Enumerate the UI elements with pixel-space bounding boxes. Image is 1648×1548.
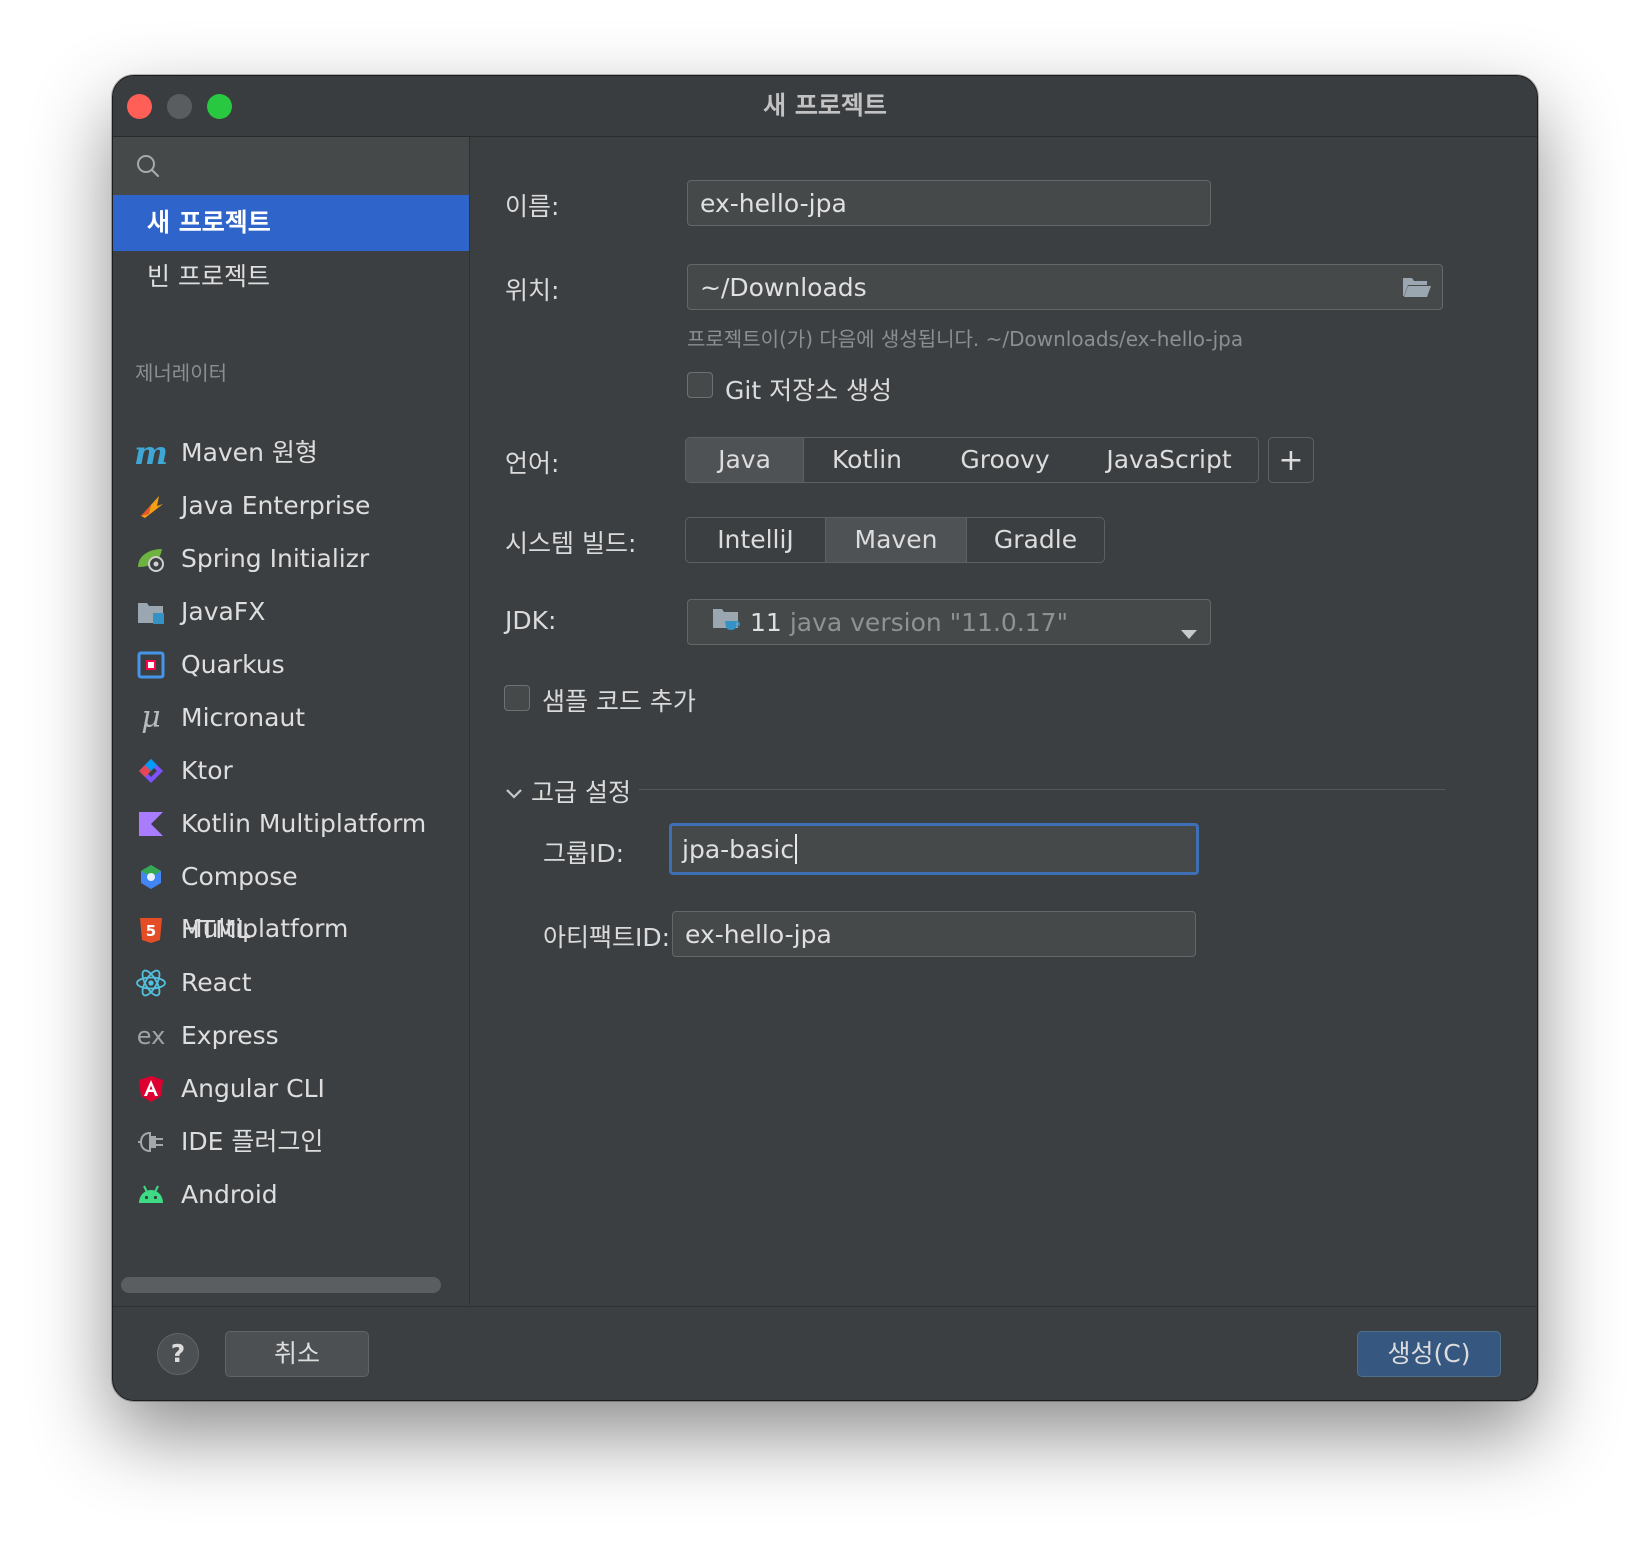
language-kotlin[interactable]: Kotlin <box>804 438 930 482</box>
cancel-button[interactable]: 취소 <box>225 1331 369 1377</box>
text-caret <box>795 834 798 864</box>
window-title: 새 프로젝트 <box>763 91 887 120</box>
sidebar-item-html[interactable]: 5 HTML <box>113 904 469 956</box>
chevron-down-icon <box>1180 617 1198 646</box>
jdk-number: 11 <box>750 607 782 637</box>
sidebar-item-compose-multiplatform[interactable]: Compose Multiplatform <box>113 851 469 943</box>
new-project-dialog: 새 프로젝트 새 프로젝트 빈 프로젝트 제너레이터 m Maven 원형 Ja… <box>112 75 1538 1401</box>
sidebar-item-ide-plugin[interactable]: IDE 플러그인 <box>113 1116 469 1168</box>
language-selector: Java Kotlin Groovy JavaScript <box>685 437 1259 483</box>
add-language-button[interactable]: + <box>1268 437 1314 483</box>
artifact-id-label: 아티팩트ID: <box>543 923 671 952</box>
build-gradle[interactable]: Gradle <box>967 518 1104 562</box>
build-system-label: 시스템 빌드: <box>505 529 637 558</box>
sidebar-item-java-enterprise[interactable]: Java Enterprise <box>113 480 469 532</box>
build-intellij[interactable]: IntelliJ <box>686 518 826 562</box>
search-icon <box>137 155 160 178</box>
jdk-folder-icon <box>712 606 742 638</box>
sidebar-item-micronaut[interactable]: μ Micronaut <box>113 692 469 744</box>
language-label: 언어: <box>505 449 560 478</box>
name-field[interactable]: ex-hello-jpa <box>687 180 1211 226</box>
sidebar: 새 프로젝트 빈 프로젝트 제너레이터 m Maven 원형 Java Ente… <box>113 137 470 1305</box>
angular-icon <box>135 1075 167 1103</box>
sidebar-item-new-project[interactable]: 새 프로젝트 <box>113 195 469 251</box>
sample-code-label: 샘플 코드 추가 <box>542 687 696 716</box>
group-id-field[interactable]: jpa-basic <box>669 823 1199 875</box>
sidebar-item-angular-cli[interactable]: Angular CLI <box>113 1063 469 1115</box>
help-button[interactable]: ? <box>157 1333 199 1375</box>
jdk-version: java version "11.0.17" <box>789 607 1069 637</box>
sidebar-item-spring-initializr[interactable]: Spring Initializr <box>113 533 469 585</box>
sidebar-item-android[interactable]: Android <box>113 1169 469 1221</box>
artifact-id-field[interactable]: ex-hello-jpa <box>672 911 1196 957</box>
location-label: 위치: <box>505 276 560 305</box>
sidebar-item-javafx[interactable]: JavaFX <box>113 586 469 638</box>
language-java[interactable]: Java <box>686 438 804 482</box>
sidebar-item-react[interactable]: React <box>113 957 469 1009</box>
group-id-label: 그룹ID: <box>543 839 625 868</box>
language-groovy[interactable]: Groovy <box>930 438 1080 482</box>
sidebar-horizontal-scrollbar[interactable] <box>121 1277 441 1293</box>
chevron-down-icon <box>505 786 523 805</box>
sidebar-item-express[interactable]: ex Express <box>113 1010 469 1062</box>
react-icon <box>135 969 167 997</box>
sidebar-item-empty-project[interactable]: 빈 프로젝트 <box>113 249 469 305</box>
html5-icon: 5 <box>135 916 167 944</box>
sidebar-item-ktor[interactable]: Ktor <box>113 745 469 797</box>
generators-section-label: 제너레이터 <box>135 361 227 385</box>
plugin-icon <box>135 1128 167 1156</box>
svg-text:5: 5 <box>146 922 156 940</box>
folder-open-icon[interactable] <box>1402 275 1432 305</box>
maven-icon: m <box>134 434 168 472</box>
jdk-dropdown[interactable]: 11 java version "11.0.17" <box>687 599 1211 645</box>
create-button[interactable]: 생성(C) <box>1357 1331 1501 1377</box>
git-repo-label: Git 저장소 생성 <box>725 376 893 405</box>
jdk-label: JDK: <box>505 606 557 635</box>
git-repo-checkbox[interactable] <box>687 372 713 398</box>
build-system-selector: IntelliJ Maven Gradle <box>685 517 1105 563</box>
dialog-footer: ? 취소 생성(C) <box>113 1306 1537 1400</box>
advanced-divider <box>639 789 1445 790</box>
express-icon: ex <box>136 1022 166 1050</box>
micronaut-icon: μ <box>141 700 161 735</box>
sample-code-checkbox[interactable] <box>504 685 530 711</box>
location-hint: 프로젝트이(가) 다음에 생성됩니다. ~/Downloads/ex-hello… <box>687 327 1244 351</box>
sidebar-item-quarkus[interactable]: Quarkus <box>113 639 469 691</box>
language-javascript[interactable]: JavaScript <box>1080 438 1258 482</box>
spring-icon <box>135 545 167 573</box>
title-bar: 새 프로젝트 <box>113 76 1537 137</box>
javafx-icon <box>135 598 167 626</box>
build-maven[interactable]: Maven <box>826 518 967 562</box>
sidebar-item-kotlin-multiplatform[interactable]: Kotlin Multiplatform <box>113 798 469 850</box>
kotlin-icon <box>135 810 167 838</box>
advanced-settings-label[interactable]: 고급 설정 <box>531 773 631 809</box>
ktor-icon <box>135 757 167 785</box>
sidebar-item-maven-archetype[interactable]: m Maven 원형 <box>113 427 469 479</box>
name-label: 이름: <box>505 192 560 221</box>
android-icon <box>135 1181 167 1209</box>
java-enterprise-icon <box>135 492 167 520</box>
compose-icon <box>135 863 167 891</box>
location-field[interactable]: ~/Downloads <box>687 264 1443 310</box>
quarkus-icon <box>135 651 167 679</box>
sidebar-search[interactable] <box>113 137 469 196</box>
